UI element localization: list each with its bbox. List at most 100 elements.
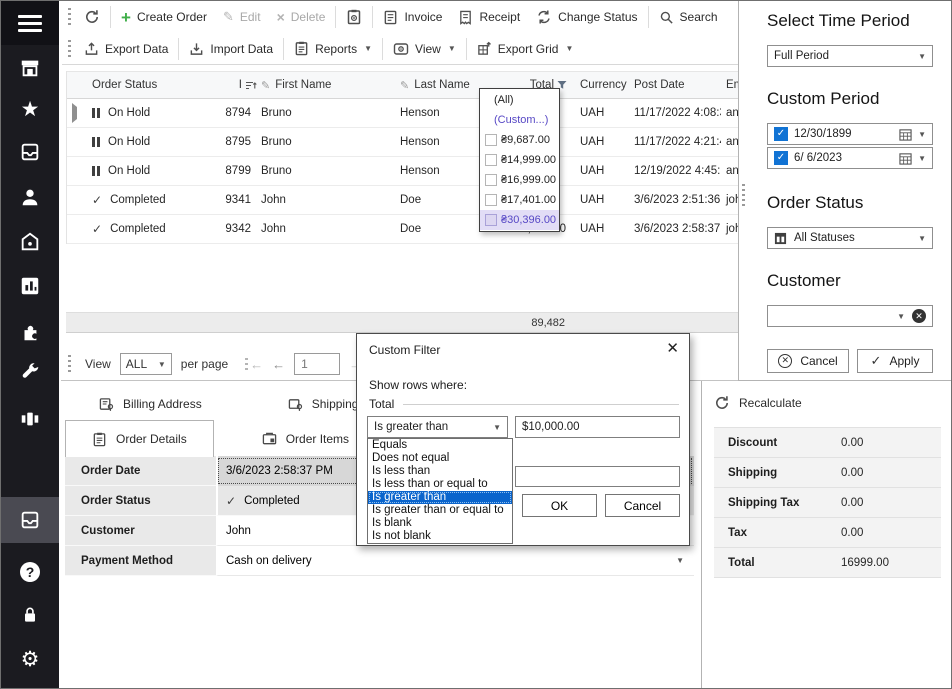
checkbox-icon[interactable] [485, 134, 497, 146]
clear-icon[interactable]: ✕ [912, 309, 926, 323]
table-row[interactable]: ✓Completed 9342 John Doe ₴16,999.00 UAH … [67, 215, 738, 244]
email-cell: and [721, 107, 738, 119]
column-header-order-status[interactable]: Order Status [85, 79, 215, 91]
condition-option[interactable]: Is greater than or equal to [368, 504, 512, 517]
dialog-close-button[interactable]: ✕ [666, 339, 679, 357]
payment-method-value: Cash on delivery [226, 555, 312, 567]
condition-option[interactable]: Equals [368, 439, 512, 452]
sidebar-item-customers[interactable] [1, 177, 59, 217]
column-header-first-name[interactable]: ✎ First Name [259, 79, 394, 92]
condition-select[interactable]: Is greater than ▼ [367, 416, 508, 438]
calendar-icon[interactable] [899, 152, 912, 165]
toolbar-grip[interactable] [68, 8, 71, 26]
table-row[interactable]: On Hold 8794 Bruno Henson UAH 11/17/2022… [67, 99, 738, 128]
import-data-button[interactable]: Import Data [181, 36, 281, 62]
sidebar-item-tools[interactable] [1, 352, 59, 392]
sidebar-item-orders[interactable] [1, 132, 59, 172]
checkbox-checked-icon[interactable]: ✓ [774, 127, 788, 141]
recalculate-button[interactable]: Recalculate [714, 395, 802, 411]
condition-option[interactable]: Is less than [368, 465, 512, 478]
checkbox-icon[interactable] [485, 174, 497, 186]
table-row[interactable]: On Hold 8799 Bruno Henson UAH 12/19/2022… [67, 157, 738, 186]
sidebar-item-store[interactable] [1, 48, 59, 88]
column-header-post-date[interactable]: Post Date [626, 79, 721, 91]
refresh-button[interactable] [76, 4, 108, 30]
page-number-input[interactable] [294, 353, 340, 375]
filter-option-all[interactable]: (All) [480, 90, 559, 110]
clipboard-eye-icon [346, 9, 362, 25]
calendar-icon[interactable] [899, 128, 912, 141]
filter-value-option[interactable]: ₴16,999.00 [480, 170, 559, 190]
panel-grip[interactable] [742, 184, 745, 208]
condition-option[interactable]: Is blank [368, 517, 512, 530]
tab-billing-address[interactable]: Billing Address [65, 389, 236, 419]
condition-option[interactable]: Is not blank [368, 530, 512, 543]
condition-option[interactable]: Does not equal [368, 452, 512, 465]
condition-option[interactable]: Is less than or equal to [368, 478, 512, 491]
filter-option-custom[interactable]: (Custom...) [480, 110, 559, 130]
checkbox-icon[interactable] [485, 194, 497, 206]
filter-value-option[interactable]: ₴14,999.00 [480, 150, 559, 170]
export-grid-menu-button[interactable]: Export Grid ▼ [469, 36, 582, 62]
time-period-select[interactable]: Full Period ▼ [767, 45, 933, 67]
chevron-down-icon[interactable]: ▼ [918, 130, 926, 139]
chevron-down-icon[interactable]: ▼ [897, 312, 905, 321]
column-header-currency[interactable]: Currency [570, 79, 626, 91]
order-status-cell: On Hold [108, 136, 150, 148]
customer-combobox[interactable]: ▼ ✕ [767, 305, 933, 327]
sidebar-item-lock[interactable] [1, 595, 59, 635]
preview-button[interactable] [338, 4, 370, 30]
create-order-button[interactable]: + Create Order [113, 4, 215, 30]
pagination-grip[interactable] [68, 355, 71, 373]
sidebar-item-settings[interactable]: ⚙ [1, 639, 59, 679]
filter-value-option[interactable]: ₴9,687.00 [480, 130, 559, 150]
checkbox-icon[interactable] [485, 154, 497, 166]
post-date-cell: 3/6/2023 2:58:37 P [626, 223, 721, 235]
change-status-button[interactable]: Change Status [528, 4, 645, 30]
first-page-button[interactable]: ← [245, 357, 263, 372]
customer-input[interactable] [774, 310, 896, 322]
sidebar-item-reports[interactable] [1, 266, 59, 306]
previous-page-button[interactable]: ← [272, 357, 285, 372]
filter-value2-input[interactable] [515, 466, 680, 487]
checkbox-icon[interactable] [485, 214, 497, 226]
sidebar-item-help[interactable]: ? [1, 552, 59, 592]
hamburger-menu-button[interactable] [1, 1, 59, 45]
page-size-select[interactable]: ALL ▼ [120, 353, 172, 375]
table-row[interactable]: ✓Completed 9341 John Doe UAH 3/6/2023 2:… [67, 186, 738, 215]
sidebar-item-favorites[interactable]: ★ [1, 89, 59, 129]
tab-order-details-active[interactable]: Order Details [65, 420, 214, 457]
post-date-header-label: Post Date [634, 79, 685, 91]
dialog-cancel-button[interactable]: Cancel [605, 494, 680, 517]
payment-method-field[interactable]: Cash on delivery ▼ [216, 546, 694, 576]
sidebar-item-orders-active[interactable] [1, 497, 59, 543]
invoice-button[interactable]: Invoice [375, 4, 450, 30]
chevron-down-icon[interactable]: ▼ [918, 154, 926, 163]
condition-option-selected[interactable]: Is greater than [368, 491, 512, 504]
filter-value-input[interactable] [515, 416, 680, 438]
column-header-id[interactable]: I [215, 79, 259, 91]
toolbar-grip[interactable] [68, 40, 71, 58]
sidebar-item-plugins[interactable] [1, 312, 59, 352]
order-status-select[interactable]: All Statuses ▼ [767, 227, 933, 249]
view-menu-button[interactable]: View ▼ [385, 36, 464, 62]
edit-button[interactable]: ✎ Edit [215, 4, 269, 30]
pause-icon [92, 166, 100, 176]
filter-value-option[interactable]: ₴17,401.00 [480, 190, 559, 210]
sidebar-item-pos[interactable] [1, 399, 59, 439]
apply-filter-button[interactable]: ✓ Apply [857, 349, 933, 373]
checkbox-checked-icon[interactable]: ✓ [774, 151, 788, 165]
filter-value-option-selected[interactable]: ₴30,396.00 [480, 210, 559, 230]
table-row[interactable]: On Hold 8795 Bruno Henson UAH 11/17/2022… [67, 128, 738, 157]
column-header-email[interactable]: Email [721, 79, 738, 91]
cancel-filter-button[interactable]: ✕ Cancel [767, 349, 849, 373]
delete-button[interactable]: × Delete [269, 4, 334, 30]
date-from-picker[interactable]: ✓ 12/30/1899 ▼ [767, 123, 933, 145]
date-to-picker[interactable]: ✓ 6/ 6/2023 ▼ [767, 147, 933, 169]
export-data-button[interactable]: Export Data [76, 36, 176, 62]
search-button[interactable]: Search [651, 4, 726, 30]
reports-menu-button[interactable]: Reports ▼ [286, 36, 380, 62]
receipt-button[interactable]: Receipt [450, 4, 528, 30]
sidebar-item-products[interactable] [1, 222, 59, 262]
ok-button[interactable]: OK [522, 494, 597, 517]
